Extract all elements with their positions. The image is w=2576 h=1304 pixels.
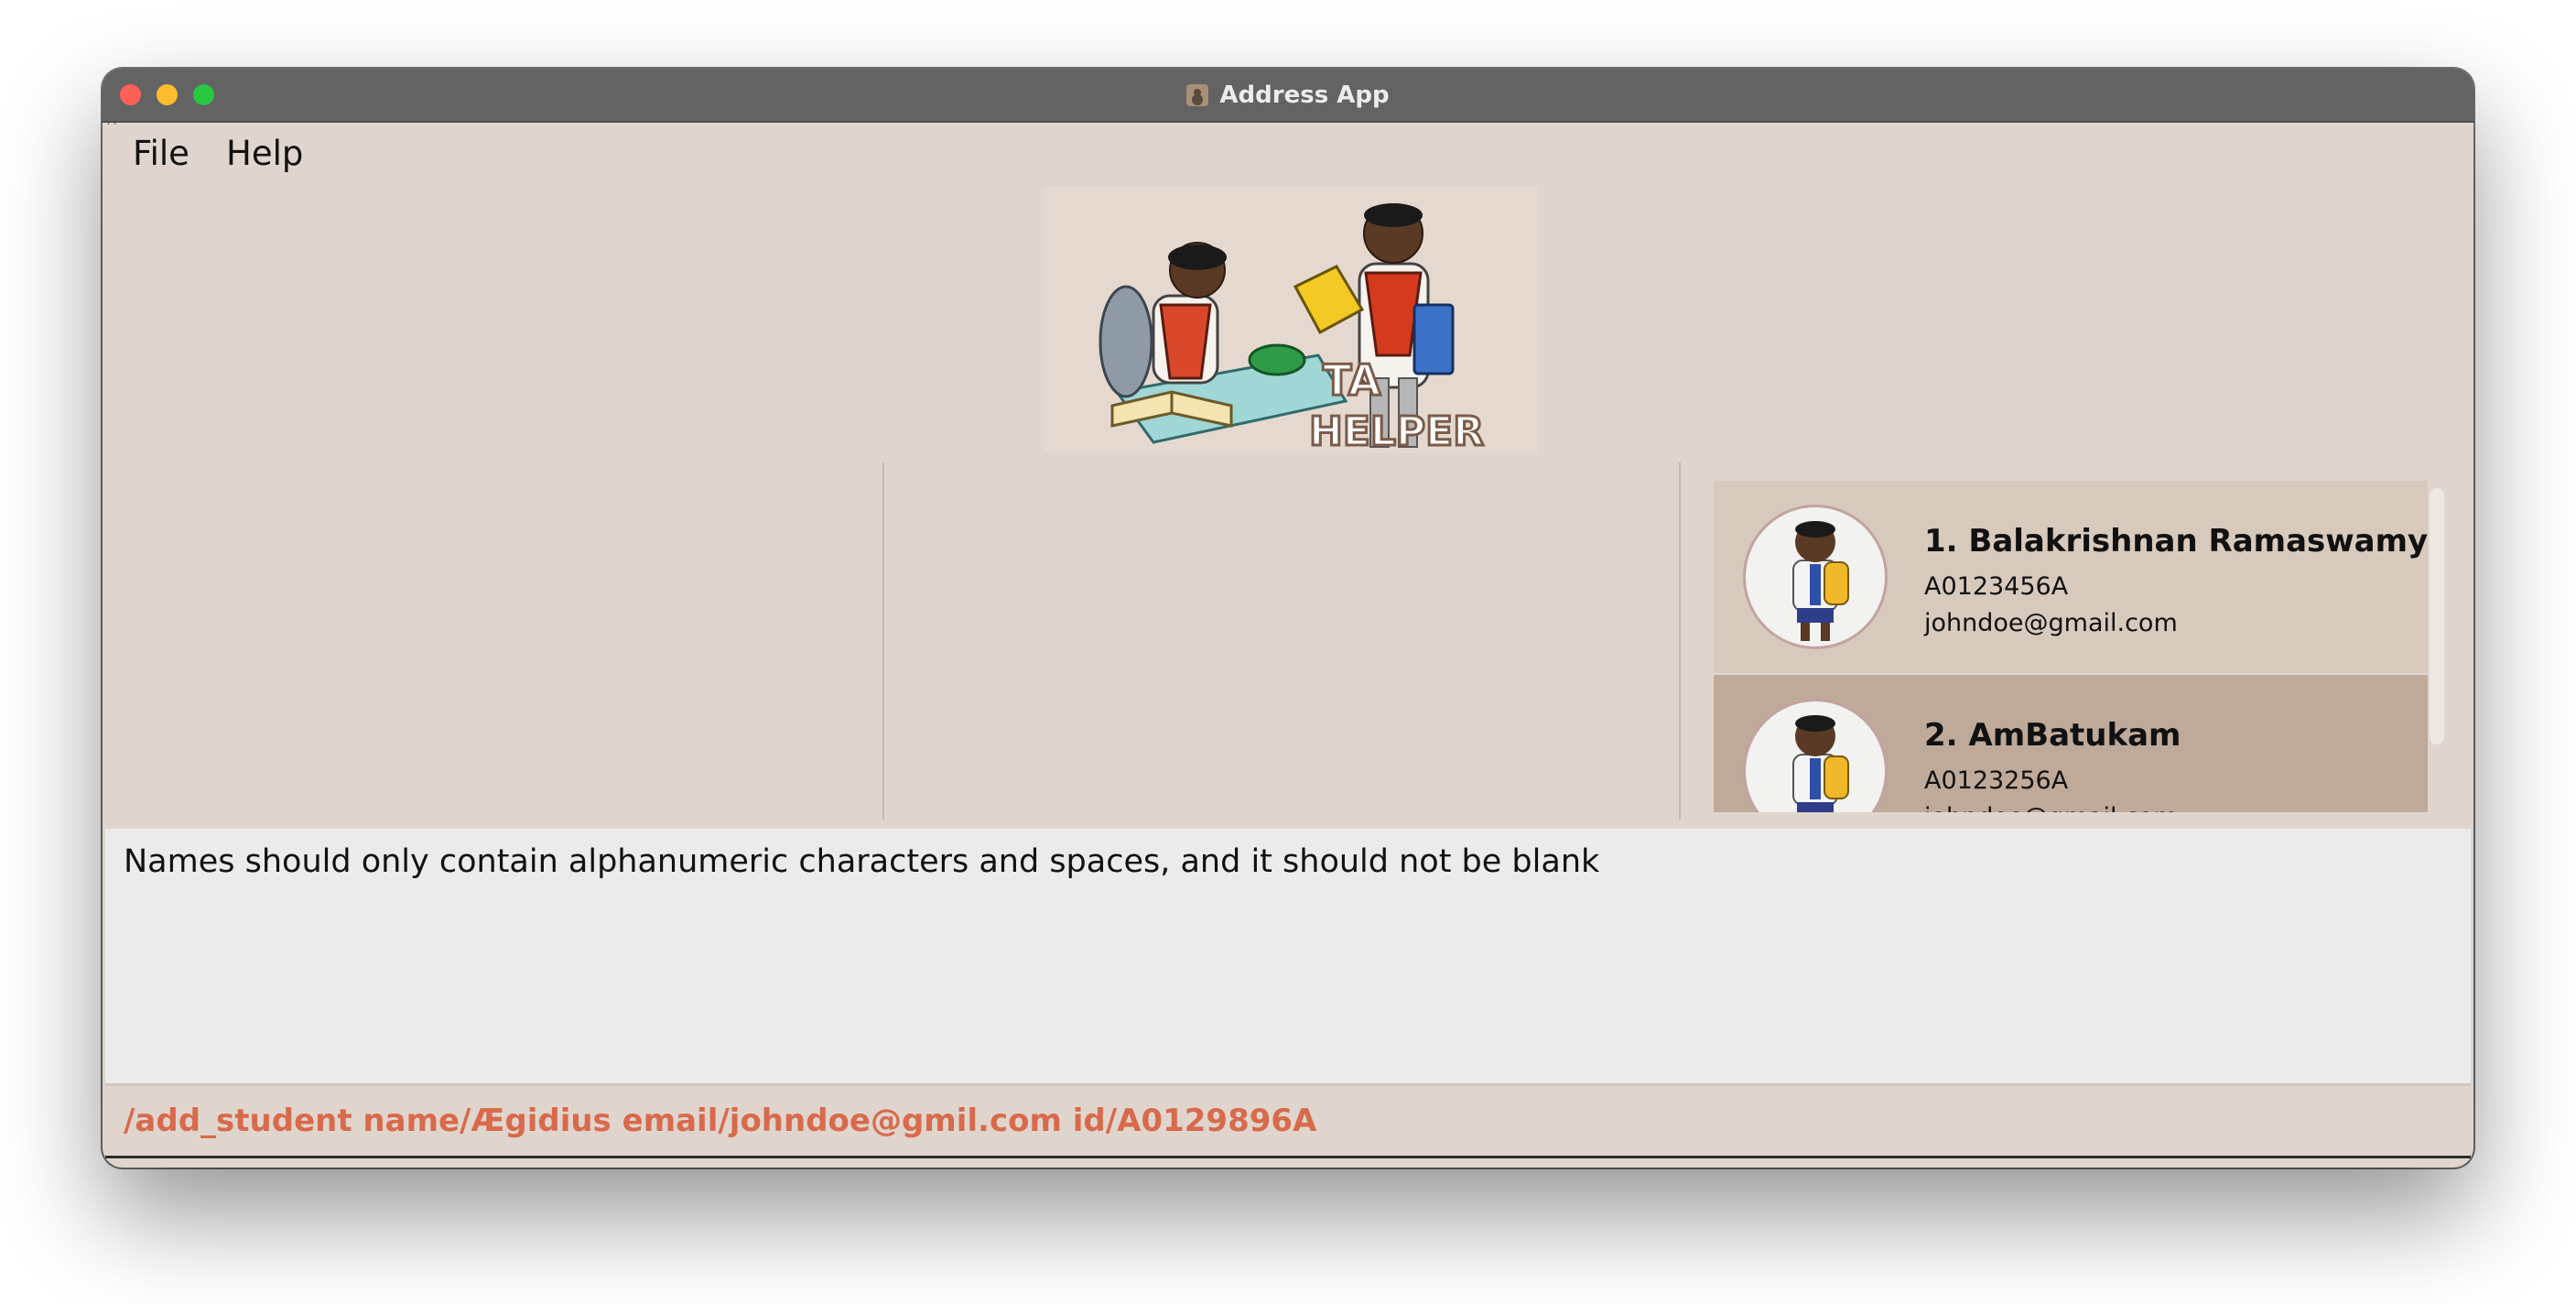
student-card[interactable]: 1. Balakrishnan Ramaswamy La... A0123456… — [1714, 481, 2428, 673]
student-avatar — [1743, 505, 1888, 649]
command-box — [105, 1083, 2471, 1158]
address-book-icon — [1186, 83, 1209, 106]
banner-text-ta: TA — [1323, 355, 1381, 405]
window-title: Address App — [1219, 81, 1390, 109]
student-id: A0123456A — [1924, 572, 2069, 601]
student-card[interactable]: 2. AmBatukam A0123256A johndoe@gmail.com — [1714, 675, 2428, 812]
student-avatar — [1743, 699, 1888, 812]
student-name: 1. Balakrishnan Ramaswamy La... — [1924, 523, 2428, 560]
drag-grip-icon: ˙˙ — [105, 122, 118, 136]
student-figure-icon — [1792, 715, 1849, 812]
result-display: Names should only contain alphanumeric c… — [105, 829, 2471, 1083]
ta-helper-illustration: TA HELPER — [1099, 203, 1486, 457]
student-list-panel[interactable]: 1. Balakrishnan Ramaswamy La... A0123456… — [1714, 481, 2428, 812]
ta-helper-banner: TA HELPER — [1044, 186, 1538, 457]
menu-file[interactable]: File — [133, 134, 189, 173]
menu-bar: ˙˙ File Help — [103, 123, 2473, 176]
banner-text-helper: HELPER — [1309, 408, 1484, 453]
student-name: 2. AmBatukam — [1924, 717, 2181, 754]
panel-divider-left[interactable] — [882, 462, 884, 820]
command-input[interactable] — [124, 1095, 2449, 1146]
student-email: johndoe@gmail.com — [1924, 609, 2178, 637]
app-window: Address App ˙˙ File Help TA HELPER 1. Ba… — [103, 69, 2473, 1168]
result-message: Names should only contain alphanumeric c… — [124, 843, 1600, 880]
student-email: johndoe@gmail.com — [1924, 803, 2178, 812]
student-list-scrollbar[interactable] — [2430, 488, 2444, 744]
panel-divider-right[interactable] — [1679, 462, 1681, 820]
student-figure-icon — [1792, 521, 1849, 641]
window-title-group: Address App — [103, 69, 2473, 121]
student-id: A0123256A — [1924, 766, 2069, 795]
title-bar[interactable]: Address App — [103, 69, 2473, 123]
menu-help[interactable]: Help — [226, 134, 303, 173]
